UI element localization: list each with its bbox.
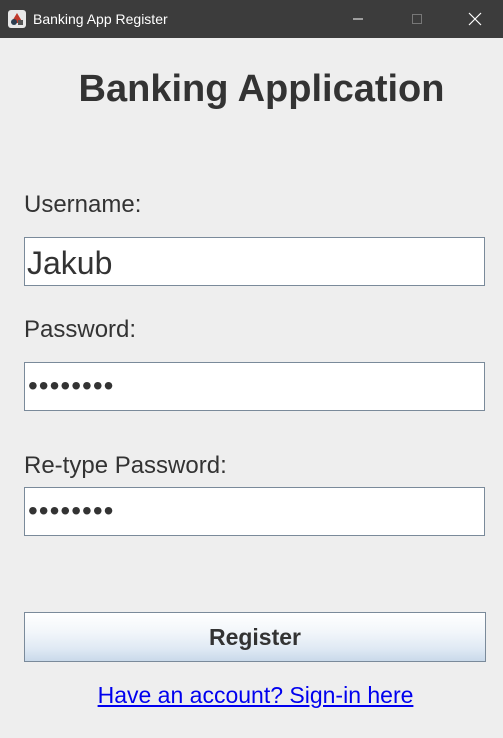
password-value: •••••••• xyxy=(28,370,115,401)
close-icon xyxy=(468,12,482,26)
close-button[interactable] xyxy=(446,0,503,38)
signin-link[interactable]: Have an account? Sign-in here xyxy=(0,682,503,709)
username-field[interactable]: Jakub xyxy=(24,237,485,286)
maximize-button[interactable] xyxy=(388,0,446,38)
window-titlebar: Banking App Register xyxy=(0,0,503,38)
window-title: Banking App Register xyxy=(33,11,168,27)
register-button[interactable]: Register xyxy=(24,612,486,662)
page-title: Banking Application xyxy=(78,68,445,110)
maximize-icon xyxy=(412,14,422,24)
retype-password-field[interactable]: •••••••• xyxy=(24,487,485,536)
retype-password-value: •••••••• xyxy=(28,495,115,526)
minimize-button[interactable] xyxy=(329,0,387,38)
username-value: Jakub xyxy=(27,245,113,281)
username-label: Username: xyxy=(24,191,142,218)
password-label: Password: xyxy=(24,316,137,343)
retype-password-label: Re-type Password: xyxy=(24,452,227,479)
password-field[interactable]: •••••••• xyxy=(24,362,485,411)
minimize-icon xyxy=(353,18,363,20)
app-icon xyxy=(8,10,26,28)
